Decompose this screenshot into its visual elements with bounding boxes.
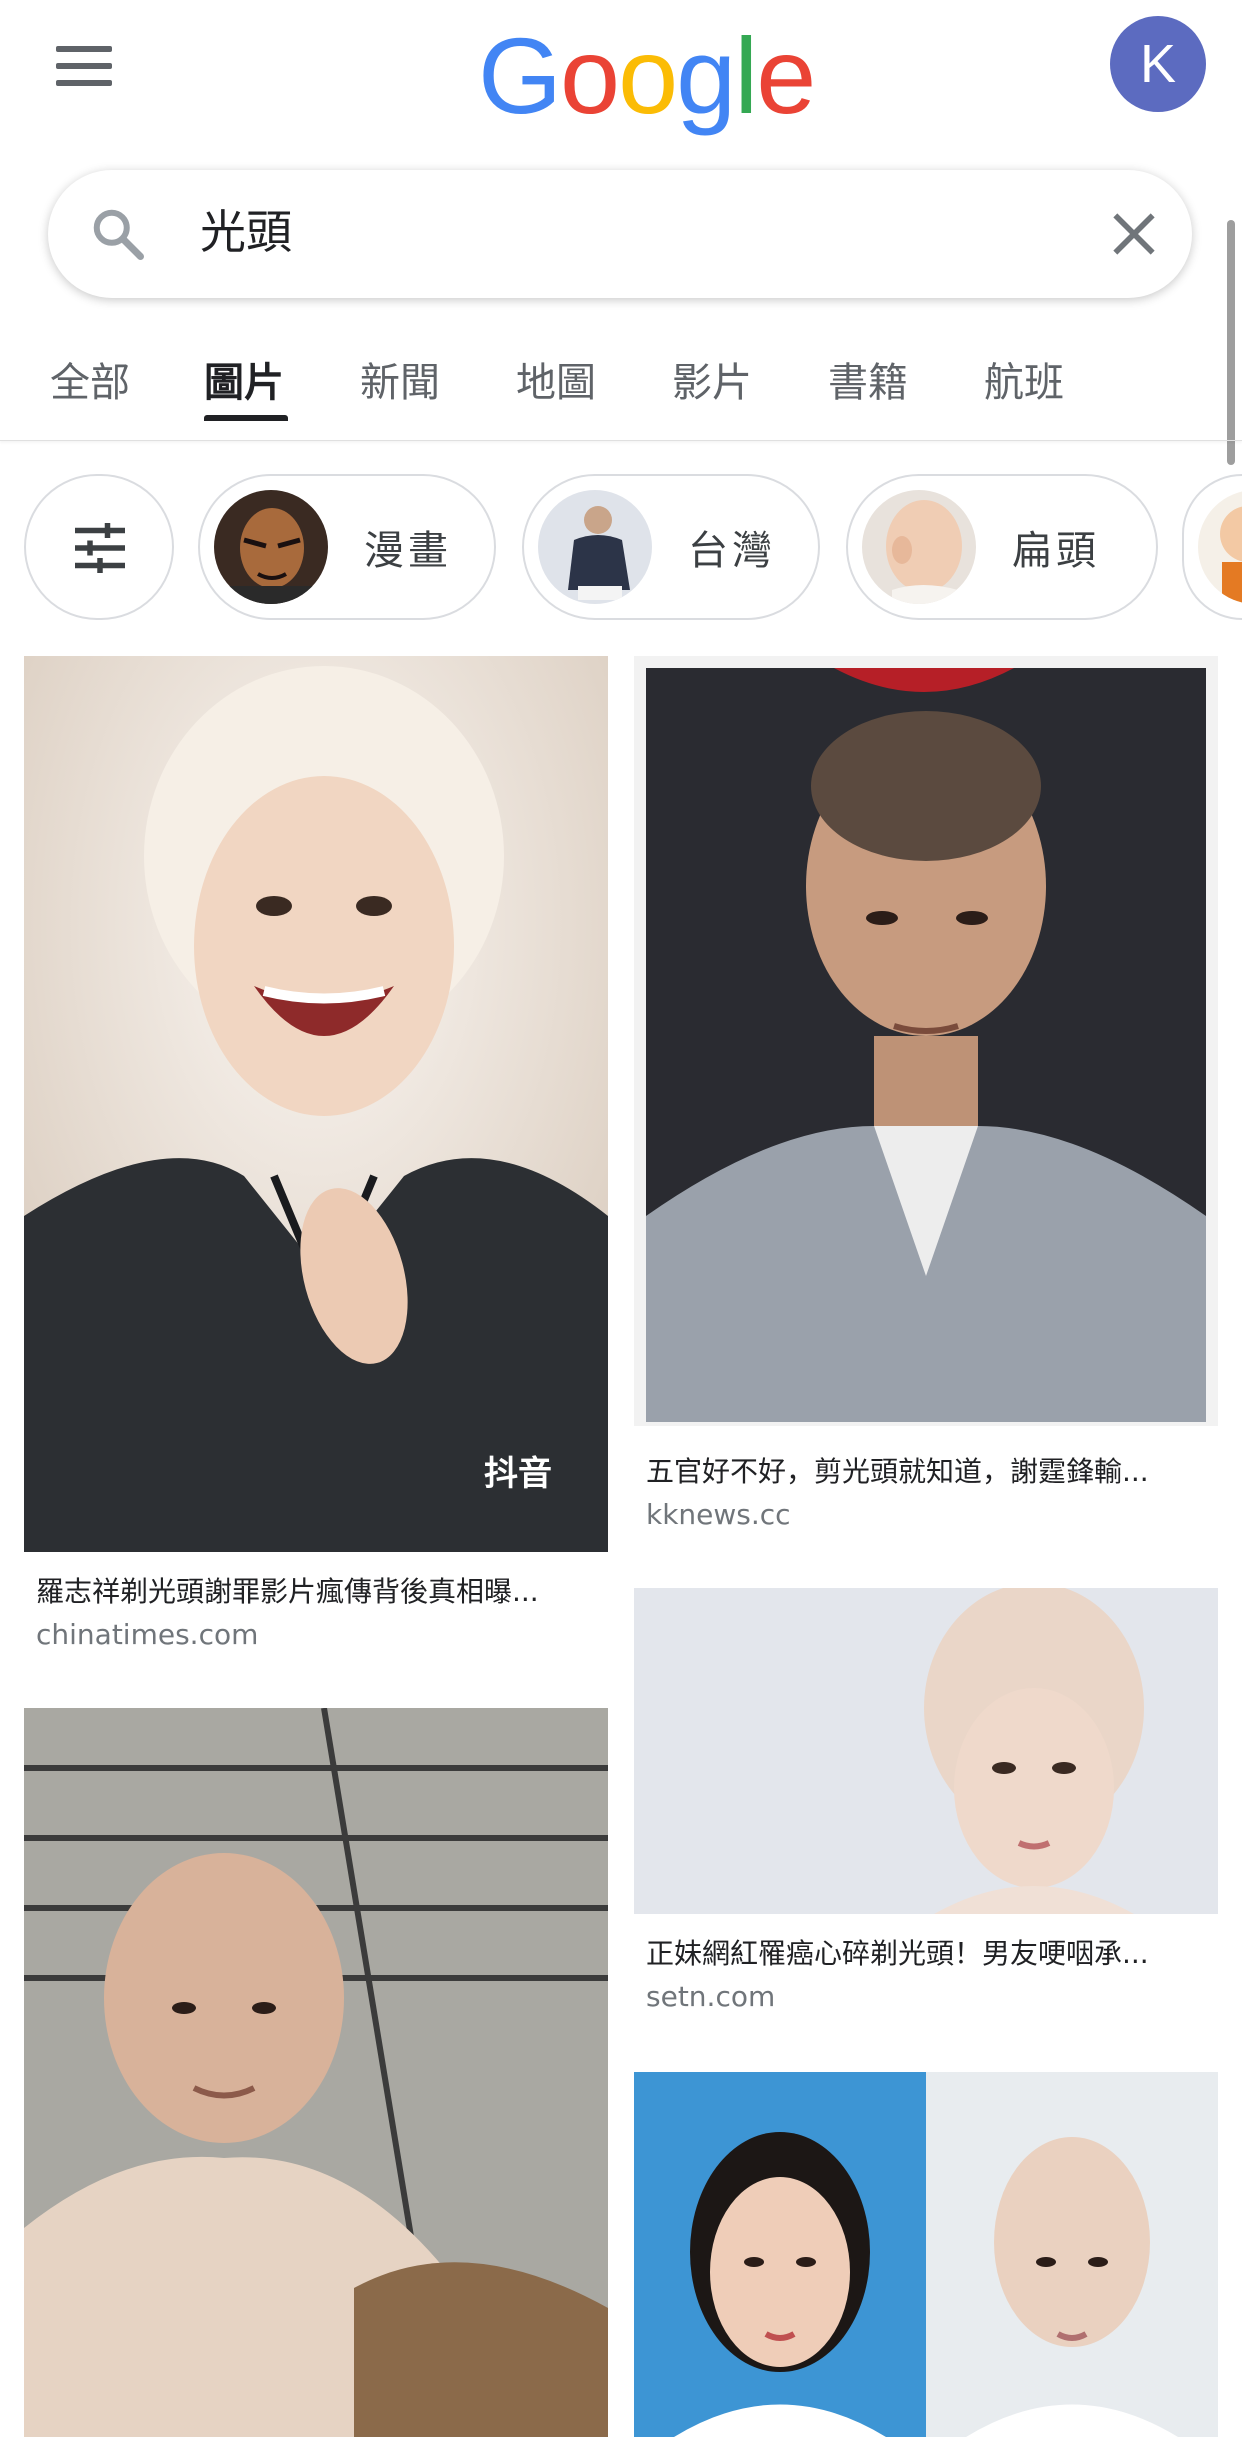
active-tab-indicator	[204, 415, 288, 421]
result-image[interactable]	[634, 2072, 1218, 2437]
chip-label: 漫畫	[364, 528, 452, 574]
result-image[interactable]: 抖音	[24, 656, 608, 1552]
cartoon-thumbnail	[1198, 490, 1242, 604]
result-domain[interactable]: setn.com	[646, 1980, 775, 2013]
tab-maps[interactable]: 地圖	[516, 350, 596, 408]
tune-icon	[75, 523, 125, 573]
chip-more[interactable]	[1182, 474, 1242, 620]
menu-icon[interactable]	[56, 46, 116, 96]
tab-books[interactable]: 書籍	[828, 350, 908, 408]
baby-head-thumbnail	[862, 490, 976, 604]
chip-flat-head[interactable]: 扁頭	[846, 474, 1158, 620]
google-logo[interactable]: Google	[478, 22, 816, 130]
tab-all[interactable]: 全部	[50, 350, 130, 408]
tab-videos[interactable]: 影片	[672, 350, 752, 408]
filter-chips: 漫畫 台灣 扁頭	[0, 474, 1242, 626]
tab-flights[interactable]: 航班	[984, 350, 1064, 408]
close-icon[interactable]	[1106, 206, 1162, 262]
result-caption[interactable]: 五官好不好，剪光頭就知道，謝霆鋒輸...	[646, 1450, 1216, 1490]
tools-chip[interactable]	[24, 474, 174, 620]
chip-taiwan[interactable]: 台灣	[522, 474, 820, 620]
result-image[interactable]	[634, 1588, 1218, 1914]
chip-label: 台灣	[688, 528, 776, 574]
result-image[interactable]	[24, 1708, 608, 2437]
result-caption[interactable]: 羅志祥剃光頭謝罪影片瘋傳背後真相曝...	[36, 1570, 606, 1610]
tab-images[interactable]: 圖片	[204, 350, 284, 408]
search-bar[interactable]: 光頭	[48, 170, 1192, 298]
man-suit-thumbnail	[538, 490, 652, 604]
tiktok-watermark: 抖音	[484, 1454, 552, 1494]
search-tabs: 全部 圖片 新聞 地圖 影片 書籍 航班	[0, 330, 1242, 441]
header: Google K	[0, 0, 1242, 150]
search-icon[interactable]	[88, 204, 148, 264]
result-domain[interactable]: chinatimes.com	[36, 1618, 258, 1651]
chip-label: 扁頭	[1012, 528, 1100, 574]
result-image[interactable]	[634, 656, 1218, 1426]
tab-news[interactable]: 新聞	[360, 350, 440, 408]
result-domain[interactable]: kknews.cc	[646, 1498, 791, 1531]
manga-thumbnail	[214, 490, 328, 604]
account-avatar[interactable]: K	[1110, 16, 1206, 112]
result-caption[interactable]: 正妹網紅罹癌心碎剃光頭！男友哽咽承...	[646, 1932, 1216, 1972]
search-input[interactable]: 光頭	[200, 200, 292, 264]
chip-manga[interactable]: 漫畫	[198, 474, 496, 620]
